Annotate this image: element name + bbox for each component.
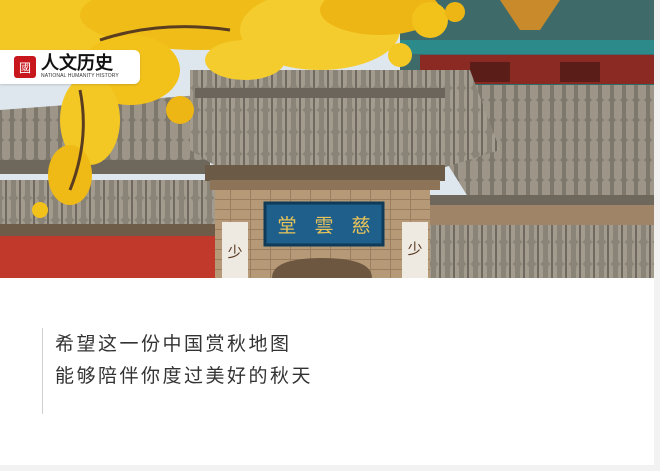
caption-block: 希望这一份中国赏秋地图 能够陪伴你度过美好的秋天 [42, 328, 313, 414]
lower-left-roof [0, 180, 215, 230]
logo-text: 人文历史 NATIONAL HUMANITY HISTORY [41, 52, 119, 80]
seal-icon: 國 [14, 56, 36, 78]
plaque-char-1: 堂 [277, 215, 296, 237]
plaque-char-3: 慈 [351, 215, 370, 237]
brand-logo: 國 人文历史 NATIONAL HUMANITY HISTORY [0, 50, 140, 84]
caption-line-1: 希望这一份中国赏秋地图 [55, 333, 292, 355]
caption-line-2: 能够陪伴你度过美好的秋天 [55, 365, 314, 387]
red-wall [0, 236, 215, 278]
article-card: 少 少 堂 雲 慈 國 人文历史 NATIONAL HUMANITY HISTO… [0, 0, 654, 465]
temple-scene: 少 少 堂 雲 慈 [0, 0, 654, 278]
seal-char: 國 [18, 60, 31, 75]
pillar-left-char: 少 [227, 243, 242, 261]
pillar-right-char: 少 [407, 240, 422, 258]
lower-right-roof [430, 225, 654, 278]
temple-gate-photo: 少 少 堂 雲 慈 國 人文历史 NATIONAL HUMANITY HISTO… [0, 0, 654, 278]
logo-name-en: NATIONAL HUMANITY HISTORY [41, 72, 119, 79]
gate-roof [190, 70, 500, 175]
plaque-char-2: 雲 [314, 215, 333, 237]
logo-name-cn: 人文历史 [41, 52, 113, 74]
